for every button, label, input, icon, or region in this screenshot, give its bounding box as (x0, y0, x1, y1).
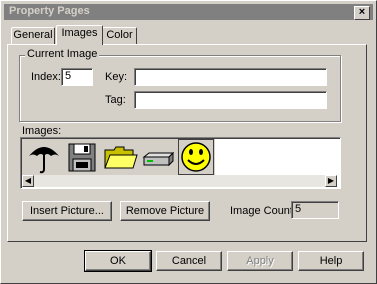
ok-button[interactable]: OK (84, 250, 152, 272)
image-count-label: Image Count: (230, 205, 297, 217)
close-icon: × (358, 6, 366, 18)
cancel-button[interactable]: Cancel (156, 251, 222, 271)
title-bar[interactable]: Property Pages × (4, 4, 373, 20)
tab-color-label: Color (106, 29, 133, 41)
images-label: Images: (22, 125, 62, 137)
close-button[interactable]: × (354, 6, 370, 20)
key-label: Key: (105, 71, 128, 83)
scroll-left-button[interactable]: ◀ (22, 175, 34, 187)
current-image-group (19, 55, 341, 122)
tab-images[interactable]: Images (56, 25, 103, 45)
tag-label: Tag: (105, 94, 126, 106)
tag-field[interactable] (134, 91, 327, 109)
index-field[interactable]: 5 (61, 68, 93, 86)
umbrella-icon[interactable] (26, 139, 62, 175)
help-button[interactable]: Help (298, 251, 364, 271)
tab-general[interactable]: General (11, 27, 55, 44)
tab-general-label: General (13, 29, 53, 41)
key-field[interactable] (134, 68, 327, 86)
scroll-right-button[interactable]: ▶ (325, 175, 337, 187)
property-pages-dialog: Property Pages × General Images Color Cu… (0, 0, 377, 284)
images-horizontal-scrollbar[interactable]: ◀ ▶ (22, 175, 337, 187)
triangle-right-icon: ▶ (327, 176, 335, 185)
apply-button[interactable]: Apply (227, 251, 293, 271)
smiley-face-icon[interactable] (178, 139, 214, 175)
remove-picture-button[interactable]: Remove Picture (120, 201, 210, 221)
insert-picture-button[interactable]: Insert Picture... (22, 201, 112, 221)
floppy-disk-icon[interactable] (64, 139, 100, 175)
images-strip (22, 139, 215, 175)
current-image-group-label: Current Image (25, 48, 100, 60)
image-count-field: 5 (291, 201, 339, 219)
triangle-left-icon: ◀ (24, 176, 32, 185)
folder-icon[interactable] (102, 139, 138, 175)
tab-images-label: Images (61, 27, 98, 39)
drive-icon[interactable] (140, 139, 176, 175)
window-title: Property Pages (9, 5, 90, 17)
tab-color[interactable]: Color (102, 27, 137, 44)
index-label: Index: (31, 71, 61, 83)
